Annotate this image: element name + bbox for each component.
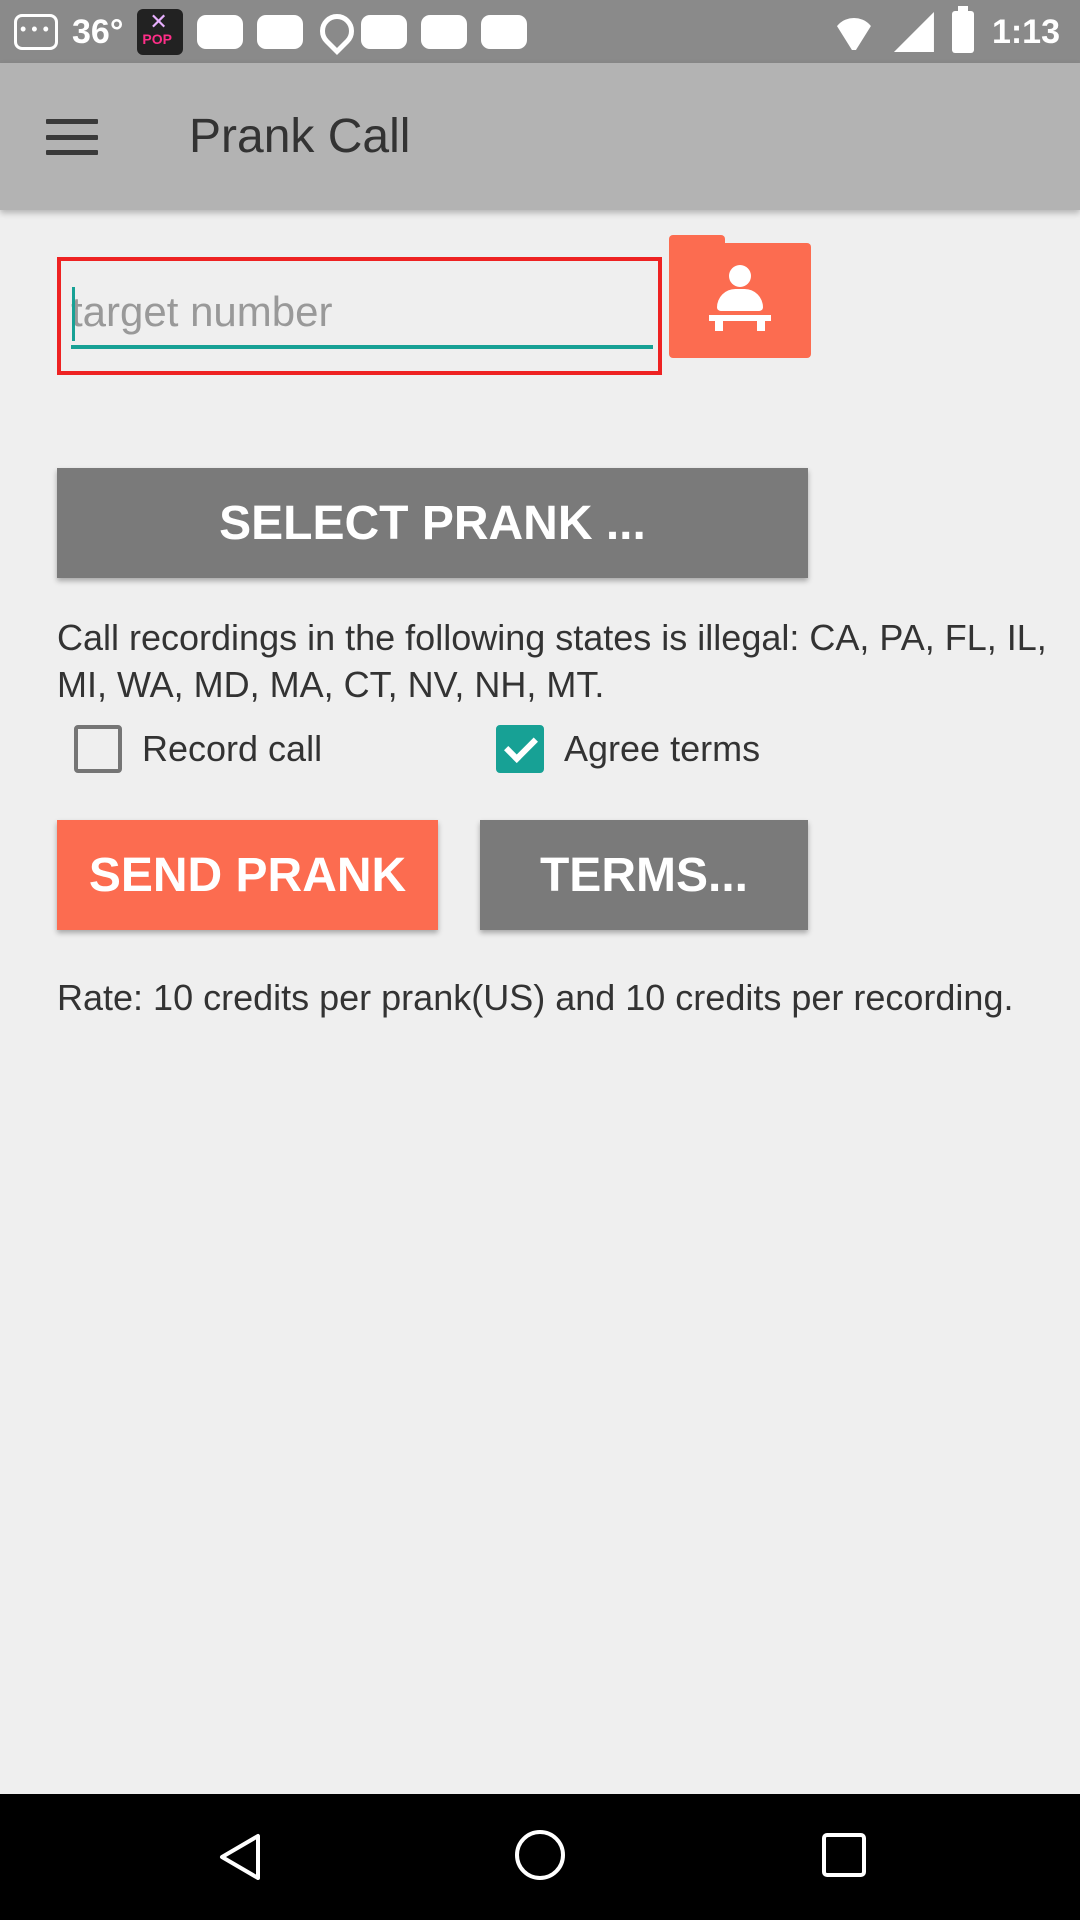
target-number-input[interactable] [71, 279, 653, 349]
signal-icon [893, 12, 934, 52]
location-pin-icon [317, 14, 347, 50]
menu-line [46, 150, 98, 155]
record-call-checkbox[interactable] [74, 725, 122, 773]
hamburger-menu-icon[interactable] [46, 119, 98, 155]
record-call-checkbox-row[interactable]: Record call [74, 725, 322, 773]
contact-book-icon [709, 265, 771, 339]
menu-line [46, 134, 98, 140]
agree-terms-label: Agree terms [564, 728, 761, 769]
terms-button[interactable]: TERMS... [480, 820, 808, 930]
status-bar: 36° 1:13 [0, 0, 1080, 63]
rounded-rect-icon [361, 15, 408, 49]
rounded-rect-icon [197, 15, 244, 49]
system-nav-bar [0, 1794, 1080, 1920]
agree-terms-checkbox-row[interactable]: Agree terms [496, 725, 760, 773]
contact-leg [715, 315, 723, 331]
record-call-label: Record call [142, 728, 323, 769]
contact-head [729, 265, 751, 287]
select-prank-button[interactable]: SELECT PRANK ... [57, 468, 808, 578]
notification-dots-icon [14, 14, 58, 50]
contact-body [717, 289, 763, 311]
text-caret [72, 287, 75, 341]
agree-terms-checkbox[interactable] [496, 725, 544, 773]
rounded-rect-icon [481, 15, 528, 49]
rounded-rect-icon [257, 15, 304, 49]
target-number-highlight [57, 257, 662, 375]
temperature-label: 36° [72, 12, 124, 51]
recent-apps-icon[interactable] [821, 1832, 867, 1878]
rate-info: Rate: 10 credits per prank(US) and 10 cr… [57, 977, 1014, 1018]
send-prank-button[interactable]: SEND PRANK [57, 820, 438, 930]
wifi-icon [832, 14, 876, 50]
contact-picker-button[interactable] [669, 235, 811, 358]
menu-line [46, 119, 98, 124]
contact-leg [757, 315, 765, 331]
clock: 1:13 [991, 12, 1060, 51]
rounded-rect-icon [421, 15, 468, 49]
app-bar: Prank Call [0, 63, 1080, 210]
pop-app-icon [137, 9, 184, 55]
home-icon[interactable] [514, 1829, 566, 1881]
status-bar-right: 1:13 [832, 6, 1060, 56]
battery-icon [951, 6, 974, 53]
status-bar-left: 36° [14, 8, 528, 56]
page-title: Prank Call [189, 110, 411, 163]
recording-legal-notice: Call recordings in the following states … [57, 617, 1047, 705]
back-icon[interactable] [216, 1832, 266, 1882]
